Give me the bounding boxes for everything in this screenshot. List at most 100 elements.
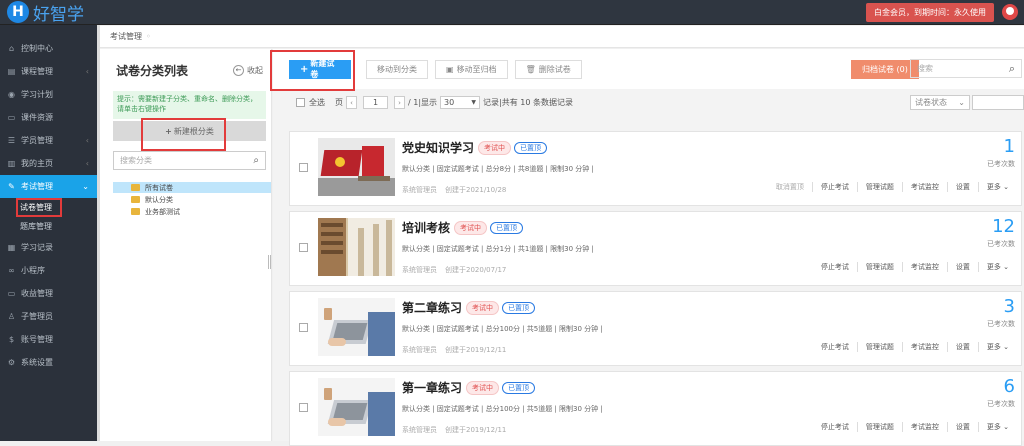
exam-action-button[interactable]: 更多 ⌄	[979, 422, 1017, 432]
exam-action-button[interactable]: 管理试题	[858, 182, 903, 192]
sidebar-subitem[interactable]: 题库管理	[0, 217, 97, 236]
chevron-icon: ‹	[85, 67, 89, 76]
exam-action-button[interactable]: 设置	[948, 342, 979, 352]
record-summary: 记录|共有 10 条数据记录	[483, 98, 573, 107]
exam-title[interactable]: 培训考核	[402, 219, 450, 236]
sidebar-item[interactable]: ▭ 课件资源	[0, 106, 97, 129]
page-size-select[interactable]: 30 ▼	[440, 96, 481, 109]
delete-exam-button[interactable]: 🗑 删除试卷	[514, 59, 582, 79]
move-category-button[interactable]: 移动到分类	[366, 59, 428, 79]
sidebar-item[interactable]: ♙ 子管理员	[0, 305, 97, 328]
record-icon: ▦	[7, 243, 16, 252]
exam-card[interactable]: 党史知识学习 考试中 已置顶 默认分类 | 固定试题考试 | 总分8分 | 共8道题 …	[289, 131, 1022, 206]
app-logo[interactable]: H 好智学	[7, 0, 84, 25]
breadcrumb-dot-icon: ◦	[146, 32, 151, 41]
highlight-current-subitem	[16, 198, 62, 217]
sidebar-item-label: 系统设置	[21, 358, 53, 367]
exam-checkbox[interactable]	[299, 403, 308, 412]
exam-action-button[interactable]: 考试监控	[903, 182, 948, 192]
highlight-new-exam	[270, 50, 355, 91]
subadmin-icon: ♙	[7, 312, 16, 321]
exam-action-button[interactable]: 考试监控	[903, 422, 948, 432]
sidebar-item[interactable]: ◉ 学习计划	[0, 83, 97, 106]
collapse-button[interactable]: ← 收起	[233, 64, 263, 76]
exam-thumbnail[interactable]	[318, 378, 395, 436]
exam-action-button[interactable]: 管理试题	[858, 342, 903, 352]
exam-title[interactable]: 党史知识学习	[402, 139, 474, 156]
sidebar-item[interactable]: ⌂ 控制中心	[0, 37, 97, 60]
sidebar-item[interactable]: ∞ 小程序	[0, 259, 97, 282]
sidebar-item[interactable]: ☰ 学员管理 ‹	[0, 129, 97, 152]
move-archive-button[interactable]: ▣ 移动至归档	[435, 59, 508, 79]
exam-thumbnail[interactable]	[318, 138, 395, 196]
category-search-input[interactable]: 搜索分类 ⌕	[113, 151, 266, 170]
exam-meta: 默认分类 | 固定试题考试 | 总分100分 | 共5道题 | 限制30 分钟 …	[402, 405, 603, 413]
sidebar-item-label: 控制中心	[21, 44, 53, 53]
chevron-icon: ⌄	[82, 182, 89, 191]
exam-status-badge: 考试中	[466, 300, 500, 315]
archived-exams-button[interactable]: 归档试卷 (0)	[851, 59, 919, 79]
exam-action-button[interactable]: 设置	[948, 262, 979, 272]
exam-action-button[interactable]: 取消置顶	[768, 182, 813, 192]
status-filter-input[interactable]	[972, 95, 1024, 110]
sidebar-item[interactable]: ▤ 课程管理 ‹	[0, 60, 97, 83]
student-icon: ☰	[7, 136, 16, 145]
exam-action-button[interactable]: 停止考试	[813, 342, 858, 352]
plan-icon: ◉	[8, 90, 15, 99]
exam-created: 创建于2019/12/11	[445, 346, 507, 354]
exam-action-button[interactable]: 更多 ⌄	[979, 342, 1017, 352]
panel-resize-handle[interactable]	[268, 255, 271, 269]
exam-title[interactable]: 第二章练习	[402, 299, 462, 316]
logo-text: 好智学	[33, 4, 84, 25]
vip-status-button[interactable]: 白金会员，到期时间：永久使用	[866, 2, 994, 22]
sidebar-item[interactable]: $ 账号管理	[0, 328, 97, 351]
select-all-checkbox[interactable]	[296, 98, 305, 107]
exam-card[interactable]: 第二章练习 考试中 已置顶 默认分类 | 固定试题考试 | 总分100分 | 共5道题…	[289, 291, 1022, 366]
exam-created: 创建于2020/07/17	[445, 266, 507, 274]
exam-card[interactable]: 培训考核 考试中 已置顶 默认分类 | 固定试题考试 | 总分1分 | 共1道题 | …	[289, 211, 1022, 286]
exam-checkbox[interactable]	[299, 323, 308, 332]
exam-checkbox[interactable]	[299, 163, 308, 172]
breadcrumb-item[interactable]: 考试管理	[110, 31, 142, 42]
exam-thumbnail[interactable]	[318, 298, 395, 356]
course-icon: ▤	[7, 67, 16, 76]
sidebar-item[interactable]: ▭ 收益管理	[0, 282, 97, 305]
sidebar-item[interactable]: ⚙ 系统设置	[0, 351, 97, 374]
exam-action-button[interactable]: 停止考试	[813, 422, 858, 432]
tree-item[interactable]: 业务部测试	[113, 206, 271, 217]
exam-search-input[interactable]: 搜索 ⌕	[910, 59, 1022, 78]
pinned-badge: 已置顶	[490, 221, 524, 234]
exam-action-button[interactable]: 管理试题	[858, 422, 903, 432]
exam-action-button[interactable]: 考试监控	[903, 342, 948, 352]
exam-action-button[interactable]: 更多 ⌄	[979, 262, 1017, 272]
tree-item[interactable]: 所有试卷	[113, 182, 271, 193]
sidebar-item[interactable]: ✎ 考试管理 ⌄	[0, 175, 97, 198]
top-bar: H 好智学 白金会员，到期时间：永久使用	[0, 0, 1024, 25]
exam-action-button[interactable]: 停止考试	[813, 262, 858, 272]
exam-status-select[interactable]: 试卷状态 ⌄	[910, 95, 970, 110]
page-input[interactable]: 1	[363, 96, 388, 109]
tree-item[interactable]: 默认分类	[113, 194, 271, 205]
exam-count-label: 已考次数	[987, 400, 1015, 408]
exam-action-button[interactable]: 管理试题	[858, 262, 903, 272]
page-label: 页	[335, 98, 343, 107]
exam-action-button[interactable]: 停止考试	[813, 182, 858, 192]
sidebar-item[interactable]: ▥ 我的主页 ‹	[0, 152, 97, 175]
avatar[interactable]	[1002, 4, 1018, 20]
exam-action-button[interactable]: 设置	[948, 182, 979, 192]
sidebar-item[interactable]: ▦ 学习记录	[0, 236, 97, 259]
search-icon: ⌕	[253, 155, 259, 166]
exam-action-button[interactable]: 考试监控	[903, 262, 948, 272]
exam-card[interactable]: 第一章练习 考试中 已置顶 默认分类 | 固定试题考试 | 总分100分 | 共5道题…	[289, 371, 1022, 446]
exam-author: 系统管理员	[402, 346, 437, 354]
page-size-value: 30	[444, 98, 455, 107]
sidebar-subitem[interactable]: 试卷管理	[0, 198, 97, 217]
exam-thumbnail[interactable]	[318, 218, 395, 276]
exam-checkbox[interactable]	[299, 243, 308, 252]
next-page-button[interactable]: ›	[394, 96, 405, 109]
exam-action-button[interactable]: 设置	[948, 422, 979, 432]
prev-page-button[interactable]: ‹	[346, 96, 357, 109]
exam-status-badge: 考试中	[466, 380, 500, 395]
exam-action-button[interactable]: 更多 ⌄	[979, 182, 1017, 192]
exam-title[interactable]: 第一章练习	[402, 379, 462, 396]
